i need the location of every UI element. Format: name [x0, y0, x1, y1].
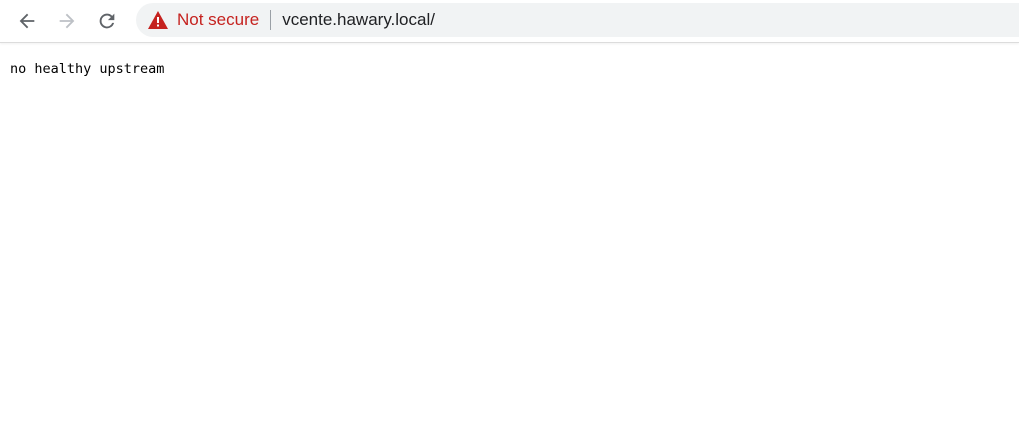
address-bar[interactable]: Not secure vcente.hawary.local/	[136, 3, 1019, 37]
forward-button[interactable]	[53, 7, 81, 35]
reload-button[interactable]	[93, 7, 121, 35]
url-text[interactable]: vcente.hawary.local/	[282, 10, 435, 30]
divider	[270, 10, 272, 30]
security-status[interactable]: Not secure	[177, 10, 259, 30]
arrow-left-icon	[19, 13, 35, 29]
browser-toolbar: Not secure vcente.hawary.local/	[0, 0, 1019, 43]
warning-icon	[148, 11, 168, 29]
page-body-text: no healthy upstream	[10, 61, 165, 77]
back-button[interactable]	[13, 7, 41, 35]
arrow-right-icon	[59, 13, 75, 29]
reload-icon	[99, 13, 115, 29]
